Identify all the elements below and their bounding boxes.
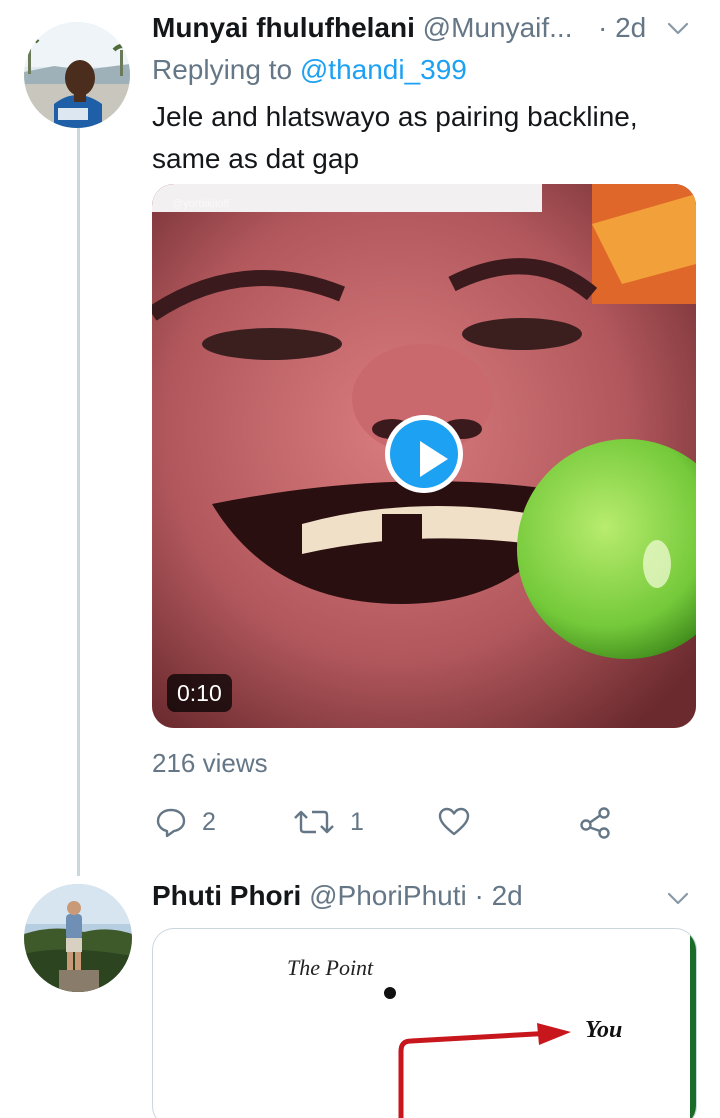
reply-button[interactable]: 2 [154, 800, 216, 844]
separator-dot: · [474, 880, 484, 911]
tweet-actions: 2 1 [152, 800, 622, 844]
video-duration: 0:10 [167, 674, 232, 712]
like-button[interactable] [437, 800, 471, 844]
replying-to-label: Replying to [152, 54, 293, 85]
thread-line [77, 128, 80, 876]
separator-dot: · [598, 12, 608, 43]
tweet-text: Jele and hlatswayo as pairing backline, … [152, 101, 638, 174]
you-label: You [585, 1017, 623, 1043]
video-player[interactable]: @yorbikiloff 0:10 [152, 184, 696, 728]
video-watermark: @yorbikiloff [172, 198, 230, 210]
retweet-count: 1 [350, 807, 364, 836]
author-name[interactable]: Munyai fhulufhelani [152, 12, 415, 43]
reply-icon [156, 808, 186, 838]
reply-count: 2 [202, 807, 216, 836]
share-button[interactable] [578, 800, 612, 844]
avatar[interactable] [24, 22, 130, 128]
green-edge [690, 929, 696, 1118]
mention-link[interactable]: @thandi_399 [300, 54, 467, 85]
author-name[interactable]: Phuti Phori [152, 880, 301, 911]
play-icon [420, 441, 448, 477]
author-handle[interactable]: @Munyaif... [423, 12, 573, 43]
avatar[interactable] [24, 884, 132, 992]
image-card[interactable]: The Point You [152, 928, 697, 1118]
share-icon [580, 807, 610, 839]
tweet-time[interactable]: 2d [615, 12, 646, 43]
chevron-down-icon[interactable] [664, 884, 692, 912]
view-count: 216 views [152, 748, 268, 778]
author-handle[interactable]: @PhoriPhuti [309, 880, 467, 911]
tweet-time[interactable]: 2d [492, 880, 523, 911]
retweet-button[interactable]: 1 [292, 800, 364, 844]
replying-to: Replying to @thandi_399 [152, 52, 467, 88]
like-icon [438, 807, 470, 836]
chevron-down-icon[interactable] [664, 14, 692, 42]
play-button[interactable] [385, 415, 463, 493]
retweet-icon [294, 810, 334, 834]
